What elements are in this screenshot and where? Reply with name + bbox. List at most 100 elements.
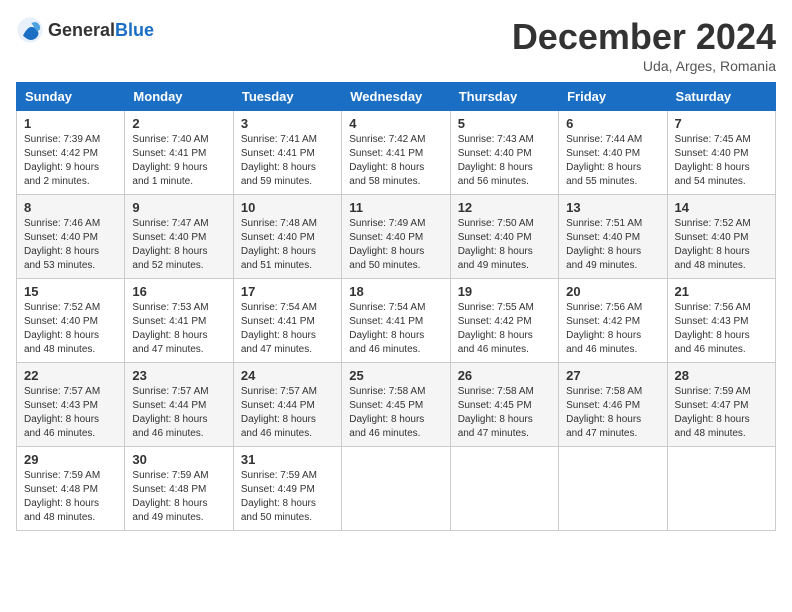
- page-header: GeneralBlue December 2024 Uda, Arges, Ro…: [16, 16, 776, 74]
- weekday-header-friday: Friday: [559, 83, 667, 111]
- calendar-day-cell: 3 Sunrise: 7:41 AMSunset: 4:41 PMDaylight…: [233, 111, 341, 195]
- day-number: 9: [132, 200, 225, 215]
- day-content: Sunrise: 7:59 AMSunset: 4:48 PMDaylight:…: [24, 469, 117, 525]
- weekday-header-sunday: Sunday: [17, 83, 125, 111]
- day-number: 28: [675, 368, 768, 383]
- day-number: 1: [24, 116, 117, 131]
- day-number: 25: [349, 368, 442, 383]
- day-content: Sunrise: 7:59 AMSunset: 4:48 PMDaylight:…: [132, 469, 225, 525]
- calendar-week-row: 22 Sunrise: 7:57 AMSunset: 4:43 PMDayligh…: [17, 363, 776, 447]
- day-content: Sunrise: 7:59 AMSunset: 4:49 PMDaylight:…: [241, 469, 334, 525]
- day-content: Sunrise: 7:51 AMSunset: 4:40 PMDaylight:…: [566, 217, 659, 273]
- weekday-header-monday: Monday: [125, 83, 233, 111]
- day-content: Sunrise: 7:56 AMSunset: 4:43 PMDaylight:…: [675, 301, 768, 357]
- calendar-day-cell: 24Sunrise: 7:57 AMSunset: 4:44 PMDayligh…: [233, 363, 341, 447]
- day-number: 27: [566, 368, 659, 383]
- calendar-day-cell: 30 Sunrise: 7:59 AMSunset: 4:48 PMDayligh…: [125, 447, 233, 531]
- day-number: 16: [132, 284, 225, 299]
- day-number: 30: [132, 452, 225, 467]
- calendar-day-cell: 14Sunrise: 7:52 AMSunset: 4:40 PMDayligh…: [667, 195, 775, 279]
- day-number: 5: [458, 116, 551, 131]
- calendar-day-cell: [450, 447, 558, 531]
- calendar-day-cell: 7 Sunrise: 7:45 AMSunset: 4:40 PMDaylight…: [667, 111, 775, 195]
- calendar-day-cell: 8Sunrise: 7:46 AMSunset: 4:40 PMDaylight…: [17, 195, 125, 279]
- calendar-day-cell: 2Sunrise: 7:40 AMSunset: 4:41 PMDaylight…: [125, 111, 233, 195]
- calendar-day-cell: [559, 447, 667, 531]
- calendar-day-cell: 23Sunrise: 7:57 AMSunset: 4:44 PMDayligh…: [125, 363, 233, 447]
- day-content: Sunrise: 7:39 AMSunset: 4:42 PMDaylight:…: [24, 133, 117, 189]
- day-content: Sunrise: 7:59 AMSunset: 4:47 PMDaylight:…: [675, 385, 768, 441]
- calendar-week-row: 29 Sunrise: 7:59 AMSunset: 4:48 PMDayligh…: [17, 447, 776, 531]
- day-content: Sunrise: 7:57 AMSunset: 4:43 PMDaylight:…: [24, 385, 117, 441]
- day-content: Sunrise: 7:45 AMSunset: 4:40 PMDaylight:…: [675, 133, 768, 189]
- logo-icon: [16, 16, 44, 44]
- calendar-day-cell: 4 Sunrise: 7:42 AMSunset: 4:41 PMDaylight…: [342, 111, 450, 195]
- calendar-day-cell: 28 Sunrise: 7:59 AMSunset: 4:47 PMDayligh…: [667, 363, 775, 447]
- calendar-day-cell: 31 Sunrise: 7:59 AMSunset: 4:49 PMDayligh…: [233, 447, 341, 531]
- calendar-week-row: 1 Sunrise: 7:39 AMSunset: 4:42 PMDaylight…: [17, 111, 776, 195]
- logo-text-general: General: [48, 20, 115, 40]
- day-number: 24: [241, 368, 334, 383]
- calendar-week-row: 8Sunrise: 7:46 AMSunset: 4:40 PMDaylight…: [17, 195, 776, 279]
- day-content: Sunrise: 7:58 AMSunset: 4:45 PMDaylight:…: [349, 385, 442, 441]
- day-number: 10: [241, 200, 334, 215]
- day-number: 20: [566, 284, 659, 299]
- day-content: Sunrise: 7:55 AMSunset: 4:42 PMDaylight:…: [458, 301, 551, 357]
- calendar-day-cell: 13 Sunrise: 7:51 AMSunset: 4:40 PMDayligh…: [559, 195, 667, 279]
- day-number: 31: [241, 452, 334, 467]
- calendar-day-cell: 11Sunrise: 7:49 AMSunset: 4:40 PMDayligh…: [342, 195, 450, 279]
- calendar-day-cell: 1 Sunrise: 7:39 AMSunset: 4:42 PMDaylight…: [17, 111, 125, 195]
- calendar-day-cell: 19 Sunrise: 7:55 AMSunset: 4:42 PMDayligh…: [450, 279, 558, 363]
- calendar-day-cell: 29 Sunrise: 7:59 AMSunset: 4:48 PMDayligh…: [17, 447, 125, 531]
- calendar-day-cell: 10 Sunrise: 7:48 AMSunset: 4:40 PMDayligh…: [233, 195, 341, 279]
- day-content: Sunrise: 7:44 AMSunset: 4:40 PMDaylight:…: [566, 133, 659, 189]
- calendar-week-row: 15 Sunrise: 7:52 AMSunset: 4:40 PMDayligh…: [17, 279, 776, 363]
- day-content: Sunrise: 7:43 AMSunset: 4:40 PMDaylight:…: [458, 133, 551, 189]
- day-number: 3: [241, 116, 334, 131]
- calendar-day-cell: 27Sunrise: 7:58 AMSunset: 4:46 PMDayligh…: [559, 363, 667, 447]
- day-number: 7: [675, 116, 768, 131]
- day-content: Sunrise: 7:57 AMSunset: 4:44 PMDaylight:…: [132, 385, 225, 441]
- day-content: Sunrise: 7:50 AMSunset: 4:40 PMDaylight:…: [458, 217, 551, 273]
- logo-wordmark: GeneralBlue: [48, 20, 154, 41]
- day-number: 22: [24, 368, 117, 383]
- day-content: Sunrise: 7:46 AMSunset: 4:40 PMDaylight:…: [24, 217, 117, 273]
- weekday-header-tuesday: Tuesday: [233, 83, 341, 111]
- day-number: 14: [675, 200, 768, 215]
- day-content: Sunrise: 7:58 AMSunset: 4:45 PMDaylight:…: [458, 385, 551, 441]
- calendar-day-cell: 25 Sunrise: 7:58 AMSunset: 4:45 PMDayligh…: [342, 363, 450, 447]
- day-number: 12: [458, 200, 551, 215]
- weekday-header-saturday: Saturday: [667, 83, 775, 111]
- day-number: 26: [458, 368, 551, 383]
- day-content: Sunrise: 7:52 AMSunset: 4:40 PMDaylight:…: [24, 301, 117, 357]
- weekday-header-wednesday: Wednesday: [342, 83, 450, 111]
- day-number: 15: [24, 284, 117, 299]
- day-number: 29: [24, 452, 117, 467]
- day-number: 19: [458, 284, 551, 299]
- calendar-day-cell: 22 Sunrise: 7:57 AMSunset: 4:43 PMDayligh…: [17, 363, 125, 447]
- day-number: 4: [349, 116, 442, 131]
- calendar-day-cell: 17 Sunrise: 7:54 AMSunset: 4:41 PMDayligh…: [233, 279, 341, 363]
- day-number: 13: [566, 200, 659, 215]
- day-content: Sunrise: 7:48 AMSunset: 4:40 PMDaylight:…: [241, 217, 334, 273]
- day-number: 2: [132, 116, 225, 131]
- calendar-day-cell: 9Sunrise: 7:47 AMSunset: 4:40 PMDaylight…: [125, 195, 233, 279]
- day-number: 6: [566, 116, 659, 131]
- day-content: Sunrise: 7:42 AMSunset: 4:41 PMDaylight:…: [349, 133, 442, 189]
- calendar-day-cell: 16Sunrise: 7:53 AMSunset: 4:41 PMDayligh…: [125, 279, 233, 363]
- title-block: December 2024 Uda, Arges, Romania: [512, 16, 776, 74]
- logo: GeneralBlue: [16, 16, 154, 44]
- day-number: 11: [349, 200, 442, 215]
- calendar-table: SundayMondayTuesdayWednesdayThursdayFrid…: [16, 82, 776, 531]
- calendar-day-cell: 18Sunrise: 7:54 AMSunset: 4:41 PMDayligh…: [342, 279, 450, 363]
- calendar-day-cell: 20Sunrise: 7:56 AMSunset: 4:42 PMDayligh…: [559, 279, 667, 363]
- day-content: Sunrise: 7:54 AMSunset: 4:41 PMDaylight:…: [241, 301, 334, 357]
- day-content: Sunrise: 7:41 AMSunset: 4:41 PMDaylight:…: [241, 133, 334, 189]
- calendar-day-cell: [667, 447, 775, 531]
- day-number: 17: [241, 284, 334, 299]
- calendar-title: December 2024: [512, 16, 776, 58]
- calendar-day-cell: 6 Sunrise: 7:44 AMSunset: 4:40 PMDaylight…: [559, 111, 667, 195]
- logo-text-blue: Blue: [115, 20, 154, 40]
- day-number: 21: [675, 284, 768, 299]
- calendar-subtitle: Uda, Arges, Romania: [512, 58, 776, 74]
